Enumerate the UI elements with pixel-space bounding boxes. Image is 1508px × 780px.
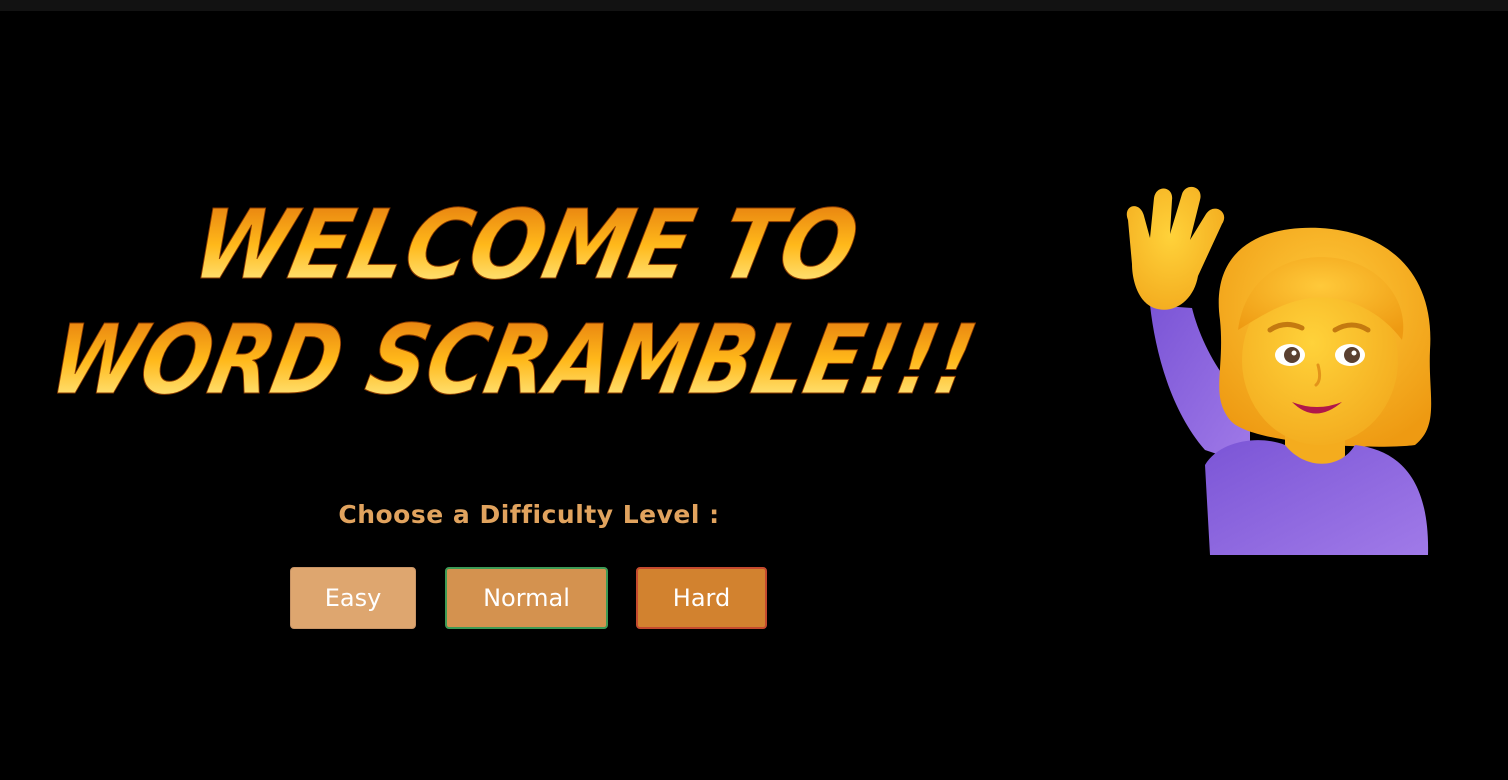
title-line-1: WELCOME TO	[184, 189, 868, 301]
title-line-2: WORD SCRAMBLE!!!	[41, 304, 985, 416]
game-title: WELCOME TO WORD SCRAMBLE!!!	[40, 178, 1020, 418]
normal-button[interactable]: Normal	[445, 567, 608, 629]
window-top-bar	[0, 0, 1508, 11]
easy-button[interactable]: Easy	[290, 567, 416, 629]
hard-button[interactable]: Hard	[636, 567, 767, 629]
difficulty-prompt: Choose a Difficulty Level :	[338, 500, 720, 529]
title-graphic: WELCOME TO WORD SCRAMBLE!!!	[41, 188, 986, 416]
woman-raising-hand-icon	[1110, 180, 1450, 560]
